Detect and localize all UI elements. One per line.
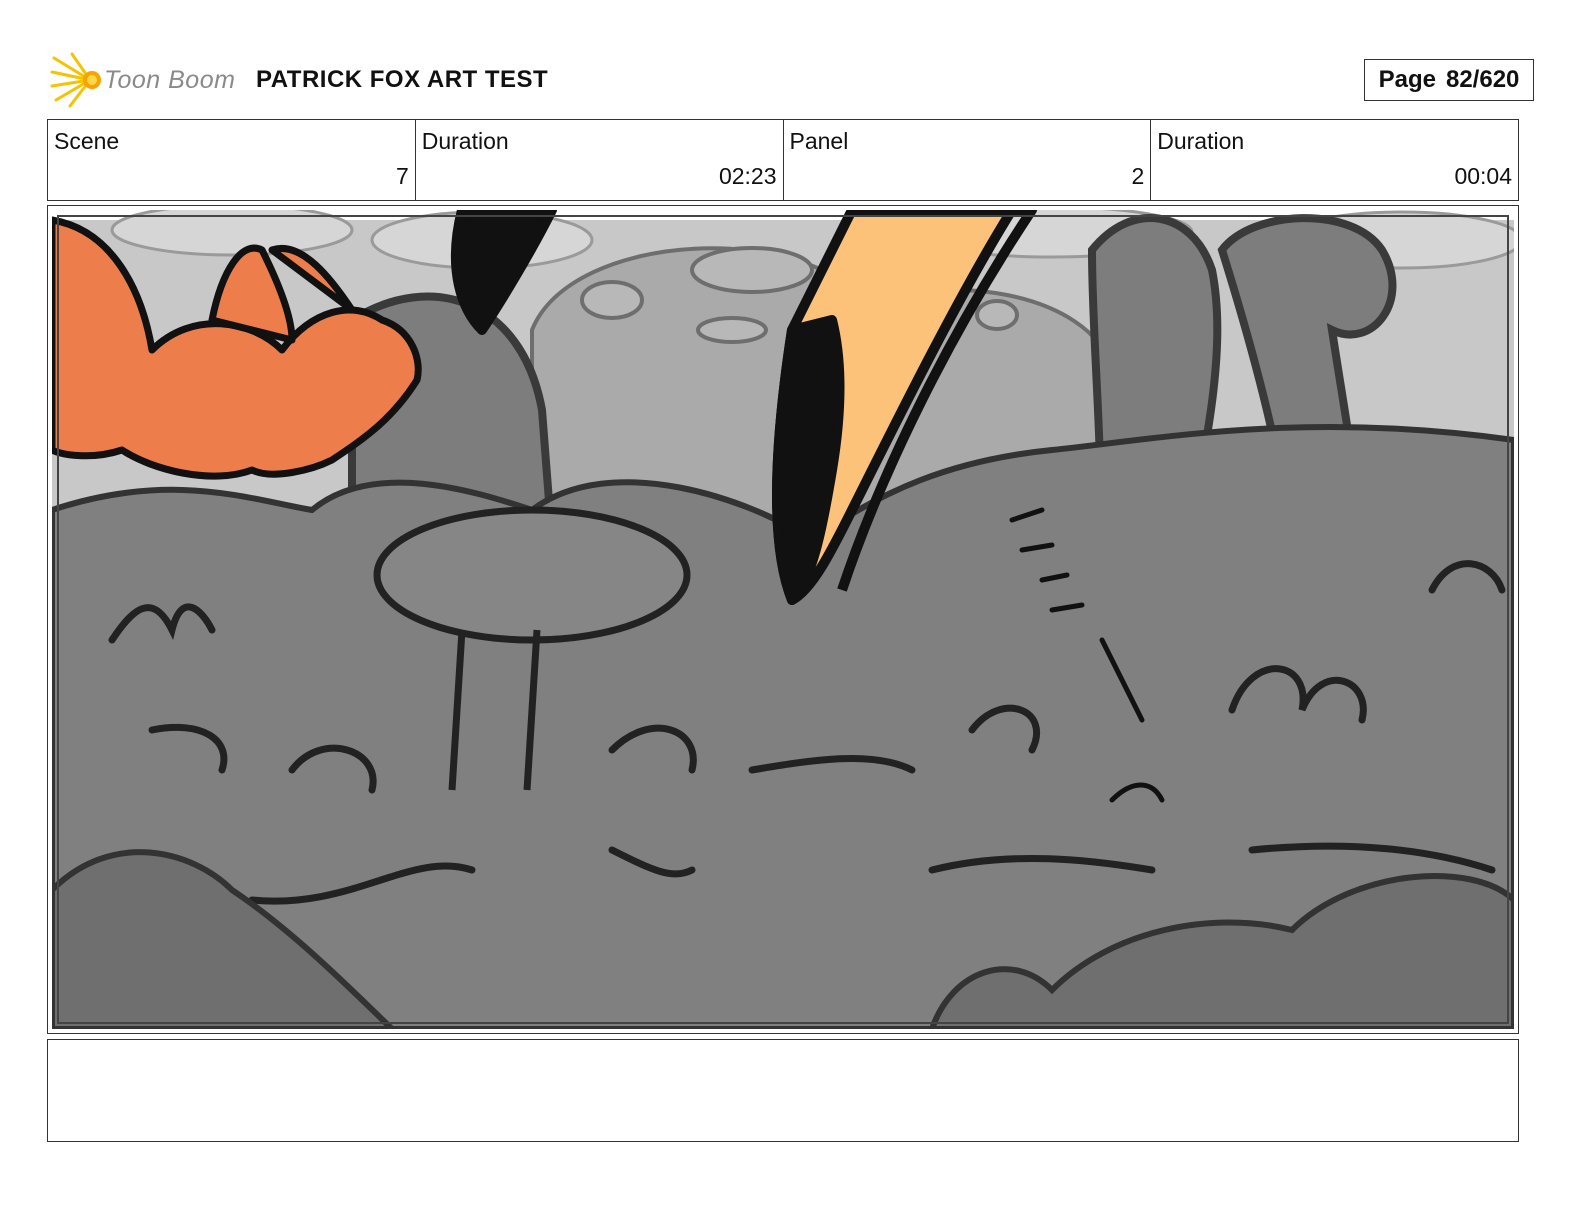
panel-label: Panel bbox=[789, 128, 849, 154]
page-number: 82/620 bbox=[1445, 66, 1520, 93]
page-label: Page bbox=[1378, 66, 1436, 93]
scene-duration-label: Duration bbox=[421, 128, 509, 154]
logo-wordmark: Toon Boom bbox=[104, 66, 236, 94]
panel-cell: Panel 2 bbox=[784, 120, 1152, 200]
scene-label: Scene bbox=[54, 128, 120, 154]
page-indicator: Page 82/620 bbox=[1364, 59, 1534, 101]
scene-cell: Scene 7 bbox=[48, 120, 416, 200]
panel-notes-box bbox=[47, 1039, 1519, 1142]
panel-duration-label: Duration bbox=[1157, 128, 1245, 154]
panel-duration-value: 00:04 bbox=[1454, 163, 1512, 189]
panel-info-table: Scene 7 Duration 02:23 Panel 2 Duration … bbox=[47, 119, 1519, 201]
panel-value: 2 bbox=[1131, 163, 1145, 189]
panel-duration-cell: Duration 00:04 bbox=[1151, 120, 1518, 200]
scene-duration-cell: Duration 02:23 bbox=[416, 120, 784, 200]
scene-value: 7 bbox=[395, 163, 409, 189]
document-title: PATRICK FOX ART TEST bbox=[256, 66, 549, 93]
storyboard-panel-image bbox=[52, 210, 1514, 1029]
scene-duration-value: 02:23 bbox=[718, 163, 777, 189]
